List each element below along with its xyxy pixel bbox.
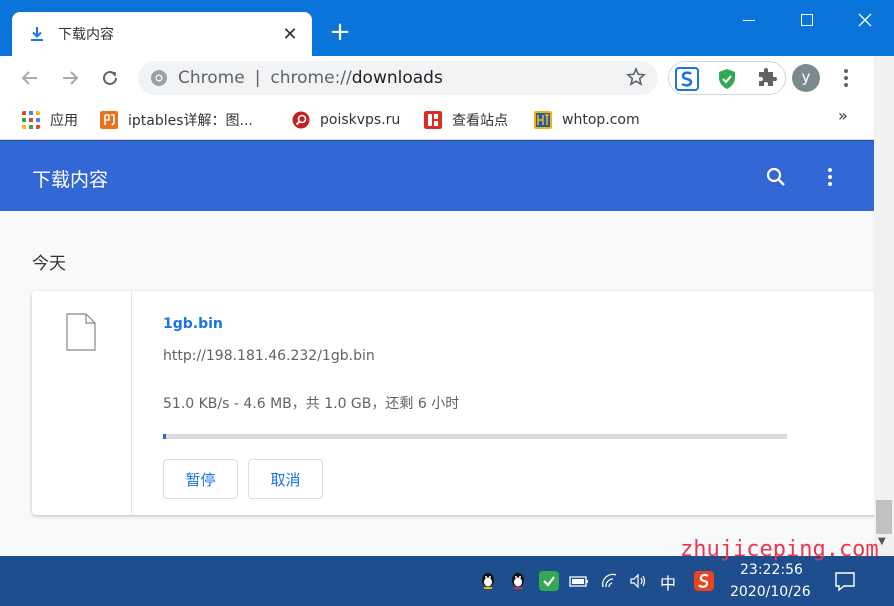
forward-button[interactable] — [56, 64, 84, 92]
whtop-icon — [534, 111, 552, 129]
back-button[interactable] — [16, 64, 44, 92]
profile-avatar[interactable]: y — [792, 64, 820, 92]
bookmark-star-icon[interactable] — [626, 67, 646, 87]
bookmark-view-site[interactable]: 查看站点 — [424, 108, 508, 132]
clock-time[interactable]: 23:22:56 — [740, 562, 803, 578]
title-bar: 下载内容 ✕ + — [0, 0, 894, 56]
taskbar: 中 23:22:56 2020/10/26 — [0, 556, 894, 606]
file-icon — [66, 313, 96, 351]
download-item: 1gb.bin http://198.181.46.232/1gb.bin 51… — [32, 291, 874, 515]
bookmark-label: whtop.com — [562, 112, 640, 128]
sogou-input-icon[interactable] — [694, 571, 714, 591]
tab-close-button[interactable]: ✕ — [280, 24, 300, 45]
shield-icon[interactable] — [715, 67, 739, 91]
ime-indicator[interactable]: 中 — [660, 570, 676, 594]
dot-icon — [828, 168, 832, 172]
bookmark-iptables[interactable]: iptables详解：图... — [100, 108, 253, 132]
clock-date[interactable]: 2020/10/26 — [730, 584, 811, 600]
close-icon — [858, 13, 872, 27]
cancel-button[interactable]: 取消 — [248, 459, 323, 499]
dot-icon — [828, 182, 832, 186]
downloads-menu-button[interactable] — [822, 165, 838, 189]
dot-icon — [844, 83, 848, 87]
omnibox-url-host: downloads — [351, 68, 443, 88]
search-red-icon — [292, 111, 310, 129]
download-icon-column — [32, 291, 132, 515]
dot-icon — [844, 76, 848, 80]
page-scrollbar[interactable]: ▼ — [874, 56, 894, 556]
download-status: 51.0 KB/s - 4.6 MB，共 1.0 GB，还剩 6 小时 — [163, 396, 460, 412]
dot-icon — [844, 69, 848, 73]
chrome-icon — [151, 70, 167, 86]
watermark: zhujiceping.com — [680, 537, 879, 562]
qq-penguin-icon[interactable] — [508, 571, 528, 591]
apps-grid-icon — [22, 111, 40, 129]
scroll-thumb[interactable] — [876, 500, 892, 534]
download-progress-bar — [163, 434, 787, 439]
address-bar[interactable]: Chrome | chrome://downloads — [138, 61, 658, 95]
yin-icon — [100, 111, 118, 129]
bookmark-poiskvps[interactable]: poiskvps.ru — [292, 108, 400, 132]
volume-icon[interactable] — [628, 571, 648, 591]
battery-icon[interactable] — [569, 571, 589, 591]
reload-icon — [103, 70, 117, 85]
omnibox-url: chrome://downloads — [270, 68, 442, 88]
qq-penguin-icon[interactable] — [478, 571, 498, 591]
minimize-button[interactable] — [720, 0, 778, 40]
arrow-left-icon — [21, 71, 37, 85]
tab-title: 下载内容 — [58, 27, 114, 43]
bookmarks-overflow-button[interactable]: » — [838, 106, 848, 125]
pause-button[interactable]: 暂停 — [163, 459, 238, 499]
omnibox-scheme: Chrome — [178, 68, 245, 88]
omnibox-separator: | — [254, 68, 261, 88]
date-heading: 今天 — [32, 254, 66, 274]
bookmark-apps[interactable]: 应用 — [22, 108, 78, 132]
bookmark-label: iptables详解：图... — [128, 113, 253, 129]
downloads-header: 下载内容 — [0, 141, 874, 211]
downloads-list: 今天 1gb.bin http://198.181.46.232/1gb.bin… — [0, 211, 874, 556]
security-shield-icon[interactable] — [539, 571, 559, 591]
arrow-right-icon — [63, 71, 79, 85]
tab-downloads[interactable]: 下载内容 ✕ — [12, 12, 312, 56]
file-name-link[interactable]: 1gb.bin — [163, 316, 223, 332]
notification-icon[interactable] — [834, 570, 856, 592]
puzzle-icon[interactable] — [755, 67, 779, 91]
seal-icon — [424, 111, 442, 129]
download-progress-fill — [163, 434, 166, 439]
browser-menu-button[interactable] — [836, 64, 856, 92]
dot-icon — [828, 175, 832, 179]
new-tab-button[interactable]: + — [326, 18, 354, 46]
bookmark-label: 应用 — [50, 113, 78, 129]
search-icon[interactable] — [764, 165, 788, 189]
download-icon — [31, 27, 43, 41]
file-url-link[interactable]: http://198.181.46.232/1gb.bin — [163, 348, 375, 364]
bookmark-whtop[interactable]: whtop.com — [534, 108, 640, 132]
s-extension-icon[interactable] — [675, 67, 699, 91]
maximize-icon — [801, 14, 813, 26]
reload-button[interactable] — [96, 64, 124, 92]
extensions-group — [668, 61, 786, 95]
close-window-button[interactable] — [836, 0, 894, 40]
maximize-button[interactable] — [778, 0, 836, 40]
chevron-down-icon[interactable]: ▼ — [878, 536, 886, 547]
bookmark-label: poiskvps.ru — [320, 112, 401, 128]
page-title: 下载内容 — [32, 169, 109, 191]
omnibox-url-prefix: chrome:// — [270, 68, 352, 88]
wifi-icon[interactable] — [600, 571, 620, 591]
bookmarks-bar: 应用 iptables详解：图... poiskvps.ru 查看站点 whto… — [0, 100, 874, 140]
minimize-icon — [743, 20, 755, 21]
browser-toolbar: Chrome | chrome://downloads y — [0, 56, 874, 100]
bookmark-label: 查看站点 — [452, 113, 508, 129]
